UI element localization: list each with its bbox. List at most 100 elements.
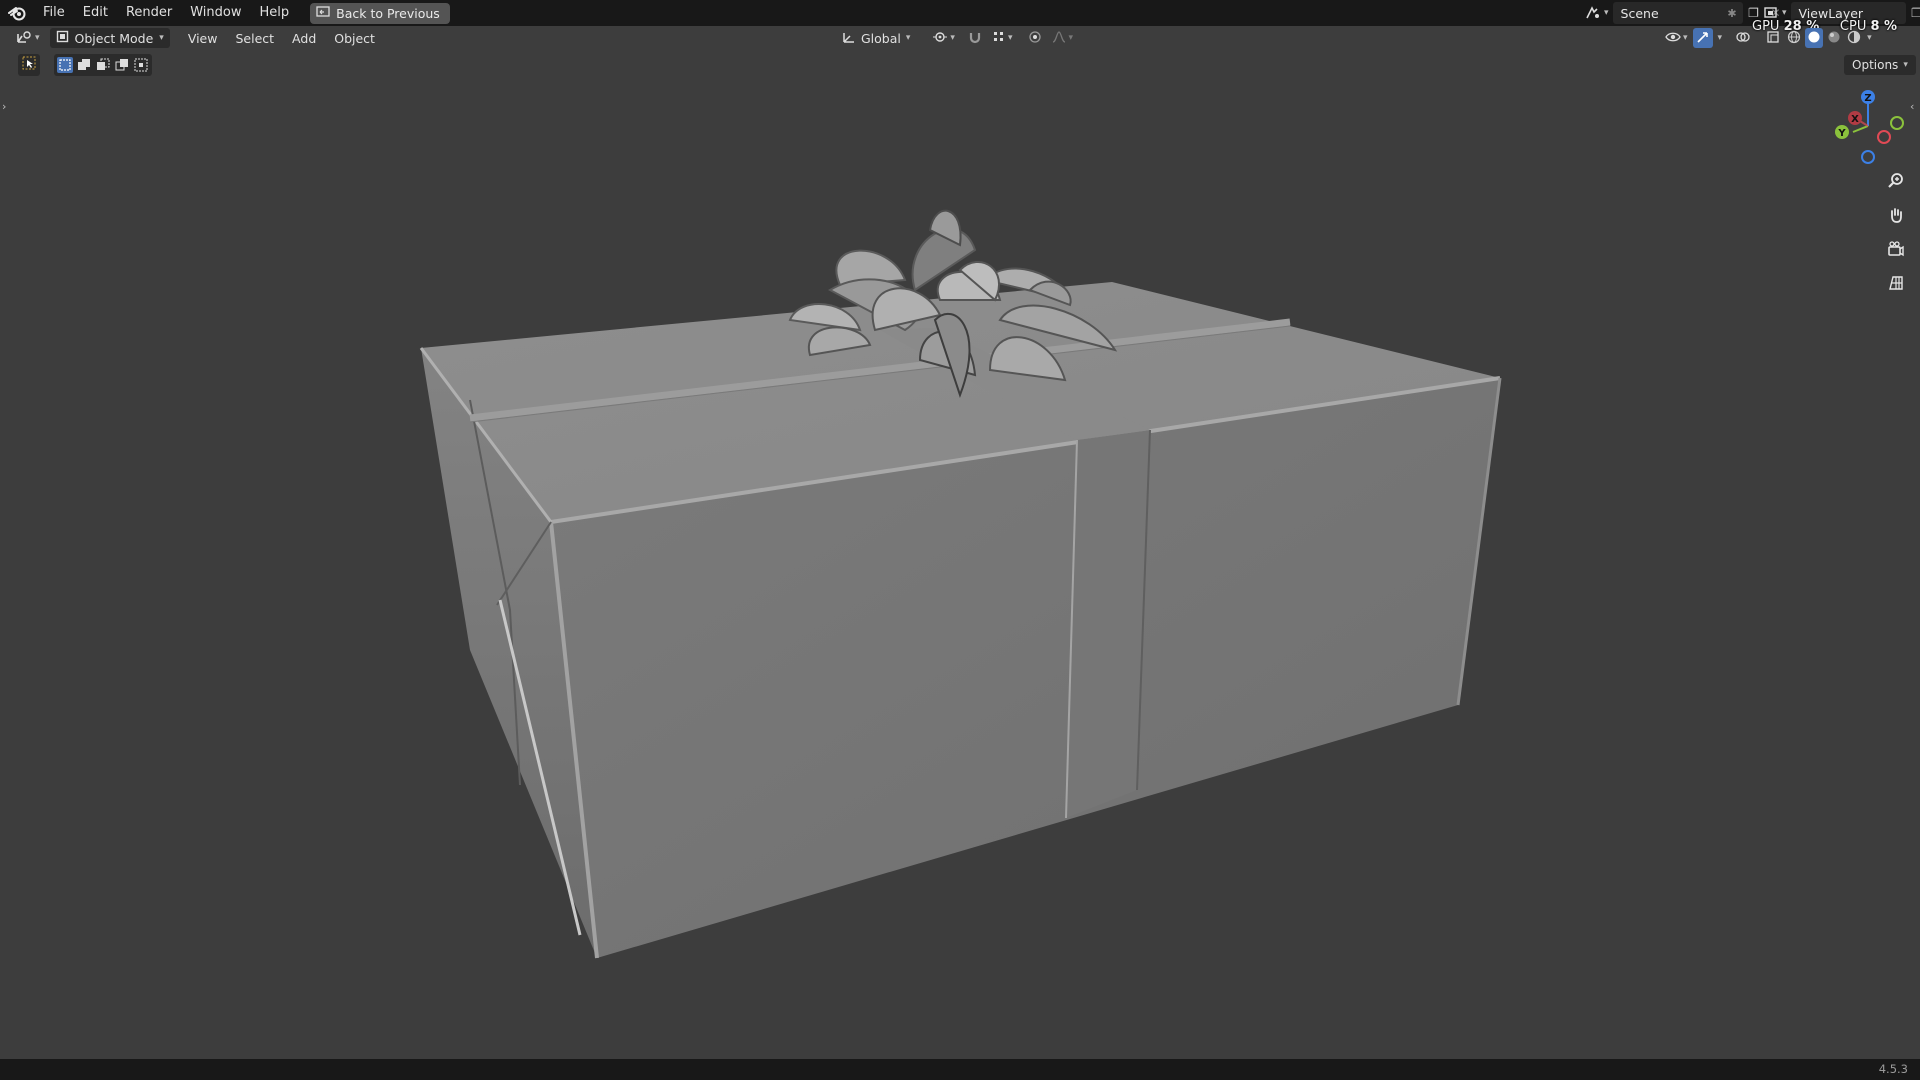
chevron-down-icon: ▾ xyxy=(35,33,40,43)
menu-select[interactable]: Select xyxy=(229,28,280,48)
scene-name-field[interactable]: Scene ✱ xyxy=(1612,2,1743,24)
menu-edit[interactable]: Edit xyxy=(74,0,117,26)
grid-icon xyxy=(1887,274,1905,296)
select-invert-mode[interactable] xyxy=(114,57,130,73)
new-view-layer-icon[interactable]: ❐ xyxy=(1906,2,1920,24)
pivot-point-select[interactable]: ▾ xyxy=(926,28,961,48)
xray-icon xyxy=(1766,30,1780,47)
editor-type-button[interactable]: ▾ xyxy=(10,28,46,48)
chevron-down-icon: ▾ xyxy=(905,33,911,43)
scene-icon[interactable] xyxy=(1582,2,1604,24)
orientation-icon xyxy=(842,30,856,47)
gift-box-model[interactable] xyxy=(419,209,1502,959)
ortho-toggle-tool[interactable] xyxy=(1883,272,1909,298)
chevron-down-icon: ▾ xyxy=(1782,8,1787,18)
object-mode-icon xyxy=(56,30,69,46)
axis-neg-x-handle[interactable] xyxy=(1877,130,1891,144)
menu-window[interactable]: Window xyxy=(181,0,250,26)
transform-tools: Global ▾ ▾ ▾ ▾ xyxy=(836,28,1076,48)
menu-file[interactable]: File xyxy=(34,0,74,26)
shading-wireframe[interactable] xyxy=(1785,28,1803,48)
overlays-toggle[interactable] xyxy=(1733,28,1753,48)
chevron-down-icon: ▾ xyxy=(1007,33,1013,43)
scene-name: Scene xyxy=(1620,5,1659,21)
cursor-select-icon xyxy=(22,56,36,74)
axis-y-label: Y xyxy=(1837,128,1846,139)
sidebar-expand-arrow-icon[interactable]: ‹ xyxy=(1910,100,1920,116)
shading-rendered[interactable] xyxy=(1845,28,1863,48)
chevron-down-icon: ▾ xyxy=(1867,33,1872,43)
pan-tool[interactable] xyxy=(1883,204,1909,230)
menu-help[interactable]: Help xyxy=(251,0,299,26)
select-extend-mode[interactable] xyxy=(76,57,92,73)
proportional-falloff-select[interactable]: ▾ xyxy=(1049,28,1076,48)
chevron-down-icon: ▾ xyxy=(1903,60,1908,70)
menu-add[interactable]: Add xyxy=(286,28,322,48)
pivot-icon xyxy=(932,30,948,47)
solid-sphere-icon xyxy=(1807,30,1821,47)
back-to-previous-button[interactable]: Back to Previous xyxy=(310,2,450,24)
chevron-down-icon: ▾ xyxy=(159,33,164,43)
chevron-down-icon: ▾ xyxy=(1068,33,1073,43)
object-mode-select[interactable]: Object Mode ▾ xyxy=(49,28,170,48)
visibility-select[interactable]: ▾ xyxy=(1662,28,1691,48)
axis-x-label: X xyxy=(1851,114,1859,125)
object-mode-label: Object Mode xyxy=(74,30,154,46)
screen-back-icon xyxy=(316,5,330,21)
transform-orientation-select[interactable]: Global ▾ xyxy=(836,28,916,48)
eye-icon xyxy=(1665,31,1681,46)
magnifier-icon xyxy=(1887,172,1905,194)
viewport-display-tools: ▾ ▾ ▾ xyxy=(1662,28,1874,48)
axis-neg-z-handle[interactable] xyxy=(1861,150,1875,164)
proportional-edit-toggle[interactable] xyxy=(1025,28,1045,48)
version-label: 4.5.3 xyxy=(1878,1062,1908,1076)
axis-neg-y-handle[interactable] xyxy=(1890,116,1904,130)
menu-object[interactable]: Object xyxy=(328,28,381,48)
status-bar: 4.5.3 xyxy=(0,1059,1920,1080)
menu-render[interactable]: Render xyxy=(117,0,181,26)
camera-view-tool[interactable] xyxy=(1883,238,1909,264)
snap-target-select[interactable]: ▾ xyxy=(989,28,1016,48)
options-label: Options xyxy=(1852,58,1899,72)
chevron-down-icon: ▾ xyxy=(1604,8,1609,18)
viewport-3d[interactable] xyxy=(0,0,1920,1080)
gizmo-options-select[interactable]: ▾ xyxy=(1715,28,1726,48)
blender-logo-icon[interactable] xyxy=(0,0,34,26)
camera-icon xyxy=(1887,240,1905,262)
navigation-gizmo[interactable]: Z X Y xyxy=(1830,86,1910,168)
falloff-curve-icon xyxy=(1052,30,1066,47)
xray-toggle[interactable] xyxy=(1763,28,1783,48)
hand-icon xyxy=(1887,206,1905,228)
options-button[interactable]: Options ▾ xyxy=(1844,55,1916,75)
axis-z-label: Z xyxy=(1864,93,1871,104)
wireframe-sphere-icon xyxy=(1787,30,1801,47)
zoom-tool[interactable] xyxy=(1883,170,1909,196)
toolbar-expand-arrow-icon[interactable]: › xyxy=(2,100,12,116)
gizmo-icon xyxy=(1696,30,1710,47)
pin-icon[interactable]: ✱ xyxy=(1727,7,1736,20)
tool-settings-row xyxy=(18,54,152,76)
proportional-edit-icon xyxy=(1028,30,1042,47)
shading-solid[interactable] xyxy=(1805,28,1824,48)
editor-type-icon xyxy=(16,30,32,47)
overlays-icon xyxy=(1736,30,1750,47)
snap-toggle[interactable] xyxy=(965,28,985,48)
snap-grid-icon xyxy=(992,30,1006,47)
chevron-down-icon: ▾ xyxy=(1717,33,1723,43)
chevron-down-icon: ▾ xyxy=(1683,33,1688,43)
shading-material[interactable] xyxy=(1825,28,1843,48)
select-intersect-mode[interactable] xyxy=(133,57,149,73)
magnet-icon xyxy=(968,30,982,47)
transform-orientation-label: Global xyxy=(861,30,901,46)
viewport-nav-tools xyxy=(1883,170,1909,298)
select-set-mode[interactable] xyxy=(57,57,73,73)
shading-options-select[interactable]: ▾ xyxy=(1865,28,1874,48)
select-subtract-mode[interactable] xyxy=(95,57,111,73)
chevron-down-icon: ▾ xyxy=(950,33,955,43)
back-to-previous-label: Back to Previous xyxy=(336,5,440,21)
menu-view[interactable]: View xyxy=(182,28,224,48)
select-tool-button[interactable] xyxy=(18,54,40,76)
gizmo-toggle[interactable] xyxy=(1692,28,1713,48)
rendered-sphere-icon xyxy=(1847,30,1861,47)
material-sphere-icon xyxy=(1827,30,1841,47)
